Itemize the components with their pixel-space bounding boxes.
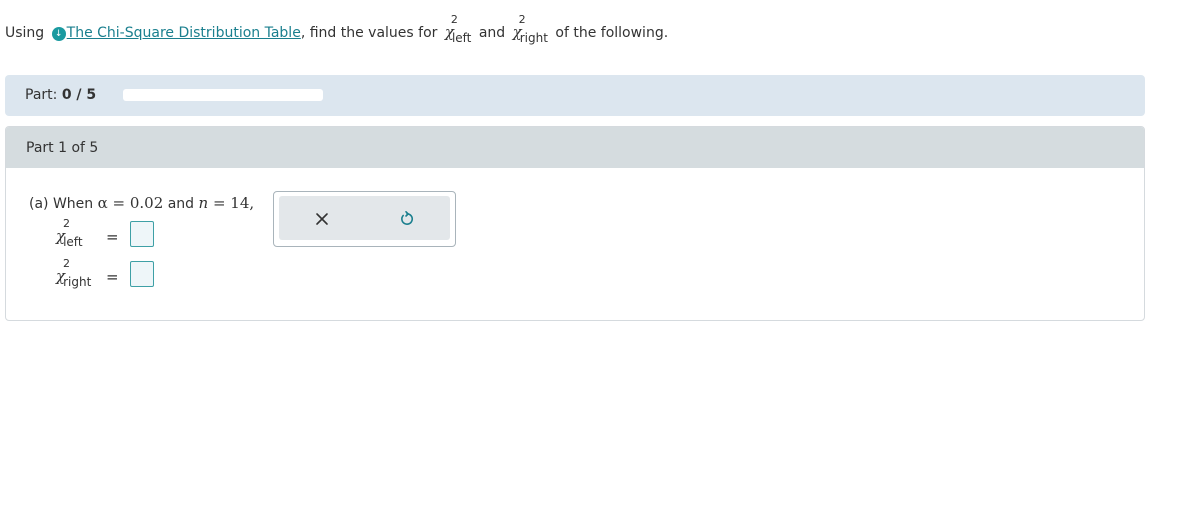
question-prefix: (a) When — [29, 196, 94, 212]
chi-right-label: χ 2 right — [56, 257, 92, 289]
n-expression: n = 14, — [199, 194, 255, 212]
chi-left-sup: 2 — [450, 13, 458, 26]
part-card: Part 1 of 5 (a) When α = 0.02 and n = 14… — [5, 126, 1145, 321]
part-title: Part 1 of 5 — [26, 140, 99, 156]
reset-button[interactable] — [396, 208, 418, 230]
chi-right-label-sup: 2 — [63, 257, 70, 270]
part-header: Part 1 of 5 — [6, 127, 1144, 168]
chi-right-label-sub: right — [63, 275, 92, 289]
n-value: = 14, — [208, 194, 255, 212]
answer-toolbar-inner — [279, 196, 450, 240]
chi-right-sub: right — [519, 31, 548, 45]
chi-right-symbol: χ 2 right — [513, 13, 548, 45]
answer-toolbar — [273, 191, 456, 247]
clear-button[interactable] — [311, 208, 333, 230]
progress-panel: Part: 0 / 5 — [5, 75, 1145, 116]
chi-square-table-link[interactable]: The Chi-Square Distribution Table — [67, 25, 301, 41]
n-variable: n — [198, 194, 209, 212]
progress-label-text: Part: — [25, 87, 58, 103]
chi-right-sup: 2 — [518, 13, 526, 26]
intro-suffix: of the following. — [555, 25, 669, 41]
chi-left-label-sup: 2 — [63, 217, 70, 230]
intro-prefix: Using — [5, 25, 45, 41]
chi-right-input[interactable] — [130, 261, 154, 287]
progress-label: Part: 0 / 5 — [25, 87, 96, 103]
undo-icon — [401, 211, 414, 225]
equals-sign: = — [106, 268, 119, 286]
question-and: and — [167, 196, 195, 212]
instructions: Using ↓ The Chi-Square Distribution Table… — [5, 13, 669, 45]
chi-left-label: χ 2 left — [56, 217, 83, 249]
intro-and: and — [478, 25, 506, 41]
chi-left-symbol: χ 2 left — [445, 13, 472, 45]
equals-sign: = — [106, 228, 119, 246]
question-text: (a) When α = 0.02 and n = 14, — [29, 194, 254, 212]
chi-left-label-sub: left — [63, 235, 83, 249]
chi-left-input[interactable] — [130, 221, 154, 247]
chi-left-sub: left — [451, 31, 472, 45]
chevron-down-icon[interactable]: ↓ — [51, 27, 66, 41]
alpha-expression: α = 0.02 — [97, 194, 164, 212]
progress-bar — [123, 89, 323, 101]
progress-value: 0 / 5 — [61, 87, 97, 103]
close-icon — [316, 213, 328, 225]
intro-middle: , find the values for — [300, 25, 438, 41]
